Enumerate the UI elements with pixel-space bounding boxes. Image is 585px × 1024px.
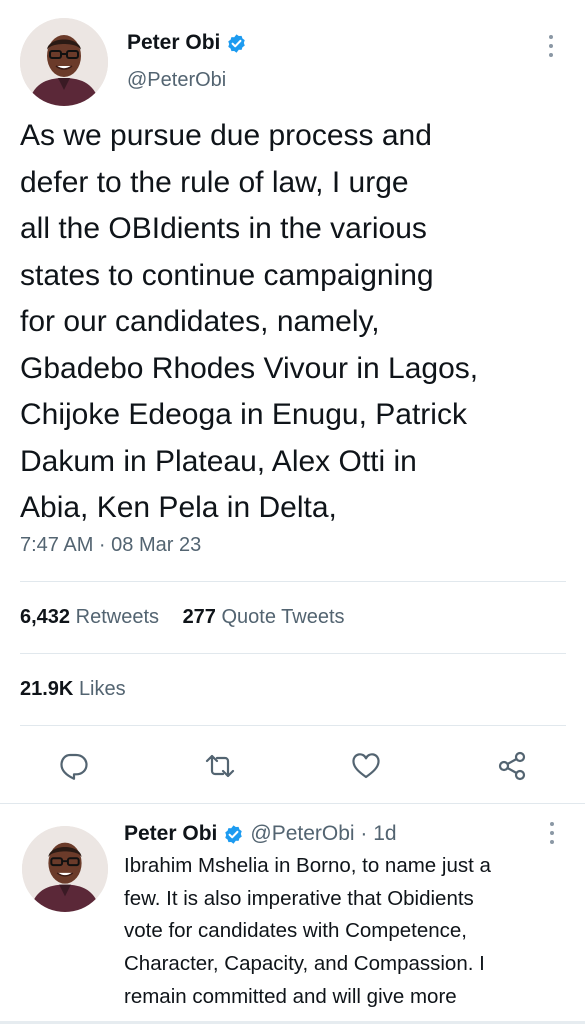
more-vertical-icon[interactable] <box>548 35 554 57</box>
likes-stats-row: 21.9K Likes <box>20 678 144 701</box>
likes-count: 21.9K <box>20 678 74 700</box>
verified-badge-icon <box>223 824 244 845</box>
divider <box>20 653 566 654</box>
author-name-row[interactable]: Peter Obi <box>127 31 247 55</box>
retweets-label: Retweets <box>75 606 159 628</box>
quotes-label: Quote Tweets <box>221 606 345 628</box>
retweet-button[interactable] <box>202 748 238 784</box>
like-button[interactable] <box>348 748 384 784</box>
likes-label: Likes <box>78 678 126 700</box>
reply-header[interactable]: Peter Obi @PeterObi · 1d <box>124 822 397 846</box>
tweet-timestamp[interactable]: 7:47 AM · 08 Mar 23 <box>20 534 201 557</box>
tweet-text: As we pursue due process and defer to th… <box>20 119 479 524</box>
author-name[interactable]: Peter Obi <box>127 31 220 55</box>
retweet-icon <box>205 754 235 778</box>
retweets-count: 6,432 <box>20 606 71 628</box>
heart-icon <box>352 753 380 779</box>
reply-author-avatar[interactable] <box>22 826 108 912</box>
reply-handle-time[interactable]: @PeterObi · 1d <box>250 822 396 846</box>
reply-text: Ibrahim Mshelia in Borno, to name just a… <box>124 854 491 1008</box>
share-button[interactable] <box>494 748 530 784</box>
quotes-stat[interactable]: 277 Quote Tweets <box>183 606 345 628</box>
divider <box>20 725 566 726</box>
likes-stat[interactable]: 21.9K Likes <box>20 678 126 700</box>
divider <box>20 581 566 582</box>
reply-icon <box>60 753 88 780</box>
engagement-stats-row: 6,432 Retweets 277 Quote Tweets <box>20 606 363 629</box>
retweets-stat[interactable]: 6,432 Retweets <box>20 606 159 628</box>
more-vertical-icon[interactable] <box>549 822 555 844</box>
author-avatar[interactable] <box>20 18 108 106</box>
verified-badge-icon <box>226 33 247 54</box>
quotes-count: 277 <box>182 606 216 628</box>
reply-author-name[interactable]: Peter Obi <box>124 822 217 846</box>
reply-tweet[interactable]: Peter Obi @PeterObi · 1d Ibrahim Mshelia… <box>0 804 585 1024</box>
author-handle[interactable]: @PeterObi <box>127 69 226 92</box>
reply-button[interactable] <box>55 748 91 784</box>
share-icon <box>498 751 526 781</box>
